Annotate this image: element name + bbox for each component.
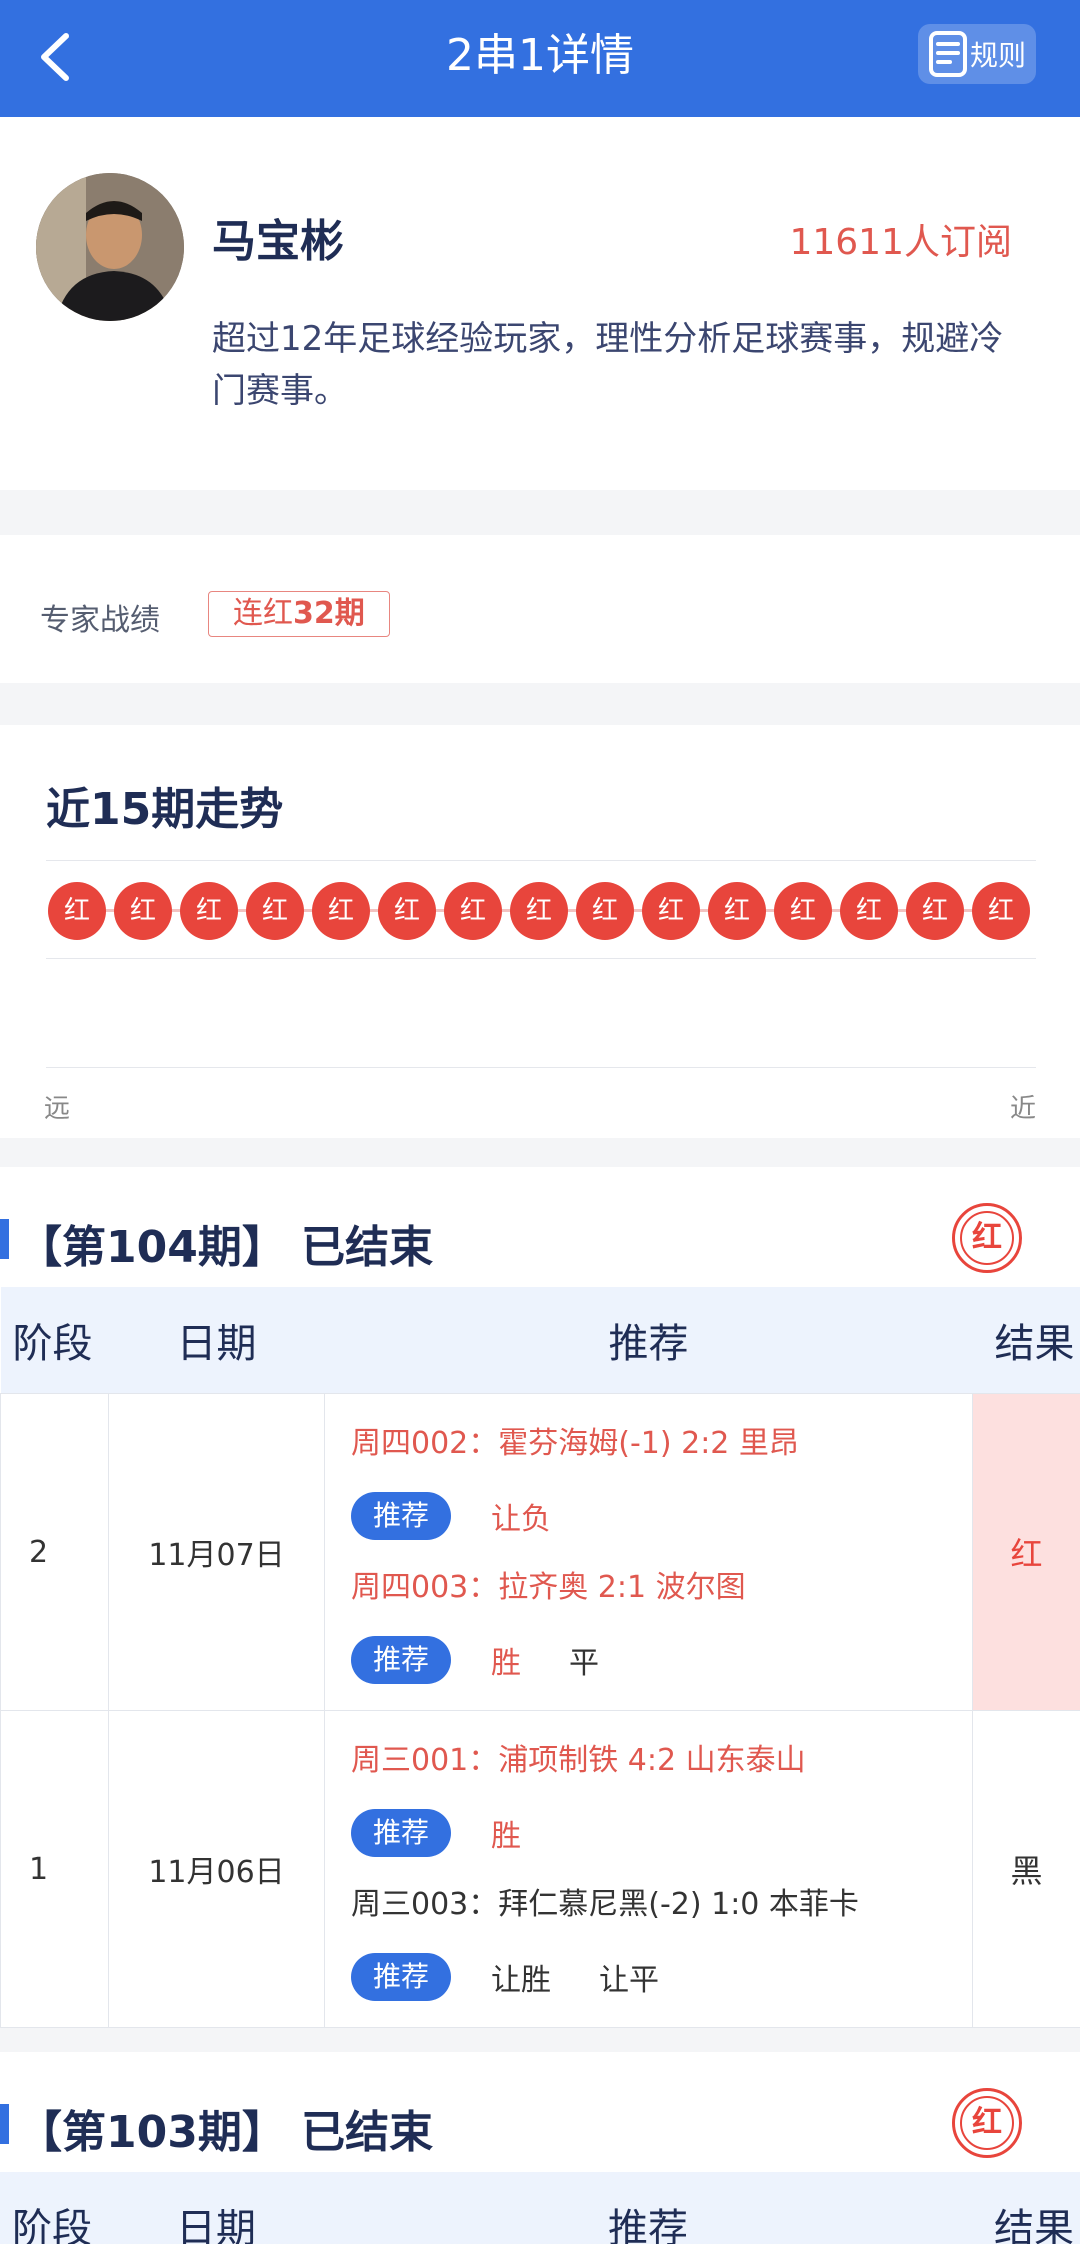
record-label: 专家战绩 xyxy=(40,603,160,638)
near-label: 近 xyxy=(1009,1094,1036,1124)
trend-result-dot: 红 xyxy=(972,882,1030,940)
trend-title: 近15期走势 xyxy=(46,784,284,835)
pick-option: 让负 xyxy=(491,1502,551,1537)
trend-result-dot: 红 xyxy=(708,882,766,940)
divider xyxy=(46,1067,1036,1068)
table-row: 2 11月07日 周四002：霍芬海姆(-1) 2:2 里昂 推荐 让负 周四0… xyxy=(0,1393,1080,1711)
trend-result-dot: 红 xyxy=(180,882,238,940)
recommendation-table: 阶段 日期 推荐 结果 xyxy=(0,2172,1080,2244)
col-result: 结果 xyxy=(972,1287,1080,1394)
result-stamp-icon: 红 xyxy=(952,2088,1022,2158)
stage-cell: 1 xyxy=(0,1710,109,2028)
expert-name: 马宝彬 xyxy=(212,216,344,267)
pick-option: 平 xyxy=(569,1646,599,1681)
col-recommend: 推荐 xyxy=(324,1287,973,1394)
period-header[interactable]: 【第103期】 已结束 红 xyxy=(0,2052,1080,2172)
rules-label: 规则 xyxy=(970,39,1027,72)
date-cell: 11月06日 xyxy=(108,1710,325,2028)
col-date: 日期 xyxy=(108,2172,324,2244)
period-section: 【第104期】 已结束 红 阶段 日期 推荐 结果 2 11月07日 周四002… xyxy=(0,1167,1080,2028)
pick-row: 推荐 胜 xyxy=(351,1797,972,1869)
stage-cell: 2 xyxy=(0,1393,109,1711)
col-stage: 阶段 xyxy=(0,2172,108,2244)
stamp-text: 红 xyxy=(960,2096,1014,2150)
far-label: 远 xyxy=(44,1094,71,1124)
rules-button[interactable]: 规则 xyxy=(918,24,1036,84)
pick-option: 胜 xyxy=(491,1819,521,1854)
streak-value: 32期 xyxy=(293,596,365,631)
recommend-button[interactable]: 推荐 xyxy=(351,1492,451,1540)
result-cell: 黑 xyxy=(972,1710,1080,2028)
recommend-button[interactable]: 推荐 xyxy=(351,1636,451,1684)
trend-result-dot: 红 xyxy=(510,882,568,940)
accent-bar xyxy=(0,2104,9,2144)
result-cell: 红 xyxy=(972,1393,1080,1711)
trend-result-dot: 红 xyxy=(48,882,106,940)
col-result: 结果 xyxy=(972,2172,1080,2244)
table-header-row: 阶段 日期 推荐 结果 xyxy=(0,1287,1080,1394)
recommend-button[interactable]: 推荐 xyxy=(351,1953,451,2001)
trend-result-dot: 红 xyxy=(114,882,172,940)
stamp-text: 红 xyxy=(960,1211,1014,1265)
table-row: 1 11月06日 周三001：浦项制铁 4:2 山东泰山 推荐 胜 周三003：… xyxy=(0,1710,1080,2028)
match-text: 周四003：拉齐奥 2:1 波尔图 xyxy=(351,1570,746,1605)
streak-prefix: 连红 xyxy=(233,596,293,631)
expert-record-card: 专家战绩 连红32期 xyxy=(0,535,1080,683)
period-header[interactable]: 【第104期】 已结束 红 xyxy=(0,1167,1080,1287)
trend-result-dot: 红 xyxy=(642,882,700,940)
avatar xyxy=(36,173,184,321)
subscriber-count: 11611人订阅 xyxy=(789,222,1012,263)
trend-result-dot: 红 xyxy=(774,882,832,940)
recommendation-table: 阶段 日期 推荐 结果 2 11月07日 周四002：霍芬海姆(-1) 2:2 … xyxy=(0,1287,1080,2028)
pick-row: 推荐 胜 平 xyxy=(351,1624,972,1696)
divider xyxy=(46,860,1036,861)
divider xyxy=(46,958,1036,959)
period-section: 【第103期】 已结束 红 阶段 日期 推荐 结果 xyxy=(0,2052,1080,2244)
match-text: 周四002：霍芬海姆(-1) 2:2 里昂 xyxy=(351,1426,799,1461)
period-title: 【第104期】 已结束 xyxy=(18,1222,434,1273)
trend-result-dot: 红 xyxy=(312,882,370,940)
pick-option: 让平 xyxy=(599,1963,659,1998)
pick-option: 让胜 xyxy=(491,1963,551,1998)
match-text: 周三001：浦项制铁 4:2 山东泰山 xyxy=(351,1743,806,1778)
trend-card: 近15期走势 红红红红红红红红红红红红红红红 远 近 xyxy=(0,725,1080,1138)
recommend-cell: 周三001：浦项制铁 4:2 山东泰山 推荐 胜 周三003：拜仁慕尼黑(-2)… xyxy=(324,1710,973,2028)
document-icon xyxy=(929,31,967,77)
table-header-row: 阶段 日期 推荐 结果 xyxy=(0,2172,1080,2244)
pick-row: 推荐 让胜 让平 xyxy=(351,1941,972,2013)
trend-result-dot: 红 xyxy=(444,882,502,940)
col-recommend: 推荐 xyxy=(324,2172,972,2244)
trend-result-dot: 红 xyxy=(840,882,898,940)
date-cell: 11月07日 xyxy=(108,1393,325,1711)
trend-result-dot: 红 xyxy=(378,882,436,940)
col-date: 日期 xyxy=(108,1287,325,1394)
expert-bio: 超过12年足球经验玩家，理性分析足球赛事，规避冷门赛事。 xyxy=(212,319,1004,411)
col-stage: 阶段 xyxy=(0,1287,109,1394)
match-text: 周三003：拜仁慕尼黑(-2) 1:0 本菲卡 xyxy=(351,1887,859,1922)
result-stamp-icon: 红 xyxy=(952,1203,1022,1273)
streak-badge: 连红32期 xyxy=(208,591,390,637)
trend-result-dot: 红 xyxy=(906,882,964,940)
expert-profile-card: 马宝彬 11611人订阅 超过12年足球经验玩家，理性分析足球赛事，规避冷门赛事… xyxy=(0,117,1080,490)
top-bar: 2串1详情 规则 xyxy=(0,0,1080,117)
pick-row: 推荐 让负 xyxy=(351,1480,972,1552)
accent-bar xyxy=(0,1219,9,1259)
period-title: 【第103期】 已结束 xyxy=(18,2107,434,2158)
pick-option: 胜 xyxy=(491,1646,521,1681)
trend-result-dot: 红 xyxy=(246,882,304,940)
recommend-button[interactable]: 推荐 xyxy=(351,1809,451,1857)
recommend-cell: 周四002：霍芬海姆(-1) 2:2 里昂 推荐 让负 周四003：拉齐奥 2:… xyxy=(324,1393,973,1711)
trend-result-dot: 红 xyxy=(576,882,634,940)
